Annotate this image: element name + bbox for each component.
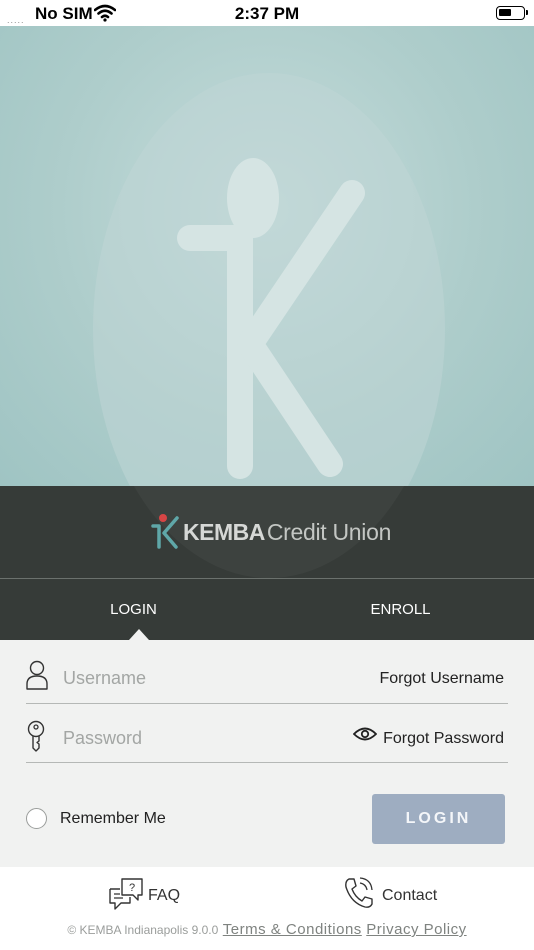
copyright-text: © KEMBA Indianapolis 9.0.0	[67, 923, 219, 937]
faq-label: FAQ	[148, 887, 181, 904]
eye-icon[interactable]	[352, 726, 378, 747]
brand-name-light: Credit Union	[266, 519, 392, 545]
login-button[interactable]: LOGIN	[372, 794, 505, 844]
remember-me-label: Remember Me	[60, 810, 166, 827]
forgot-password-link[interactable]: Forgot Password	[383, 730, 504, 748]
terms-link[interactable]: Terms & Conditions	[223, 921, 362, 938]
k-watermark-icon	[93, 73, 445, 486]
brand-wordmark: KEMBACredit Union	[183, 519, 391, 546]
contact-label: Contact	[382, 887, 438, 904]
clock: 2:37 PM	[234, 4, 300, 23]
contact-button[interactable]: Contact	[343, 877, 437, 911]
phone-icon	[345, 877, 373, 908]
user-icon	[26, 660, 48, 695]
active-tab-indicator	[129, 629, 149, 640]
username-input[interactable]	[63, 664, 343, 692]
forgot-username-link[interactable]: Forgot Username	[380, 670, 505, 688]
remember-me-radio[interactable]	[26, 808, 47, 829]
faq-chat-icon: ?	[109, 878, 143, 910]
password-field: Forgot Password	[26, 718, 508, 763]
faq-button[interactable]: ? FAQ	[108, 877, 180, 911]
tab-enroll[interactable]: ENROLL	[267, 579, 534, 640]
legal-line: © KEMBA Indianapolis 9.0.0 Terms & Condi…	[0, 921, 534, 939]
login-form: Forgot Username Forgot Password Remember…	[0, 640, 534, 867]
password-input[interactable]	[63, 724, 343, 752]
hero-background	[0, 26, 534, 486]
footer: ? FAQ Contact © KEMBA Indianapolis 9.0.0…	[0, 867, 534, 950]
status-bar: ..... No SIM 2:37 PM	[0, 0, 534, 26]
username-field: Forgot Username	[26, 658, 508, 704]
privacy-link[interactable]: Privacy Policy	[366, 921, 466, 938]
battery-icon	[496, 6, 528, 20]
svg-text:?: ?	[129, 882, 135, 894]
key-icon	[26, 720, 46, 757]
auth-tabs: LOGIN ENROLL	[0, 579, 534, 640]
brand-name-bold: KEMBA	[183, 519, 265, 545]
